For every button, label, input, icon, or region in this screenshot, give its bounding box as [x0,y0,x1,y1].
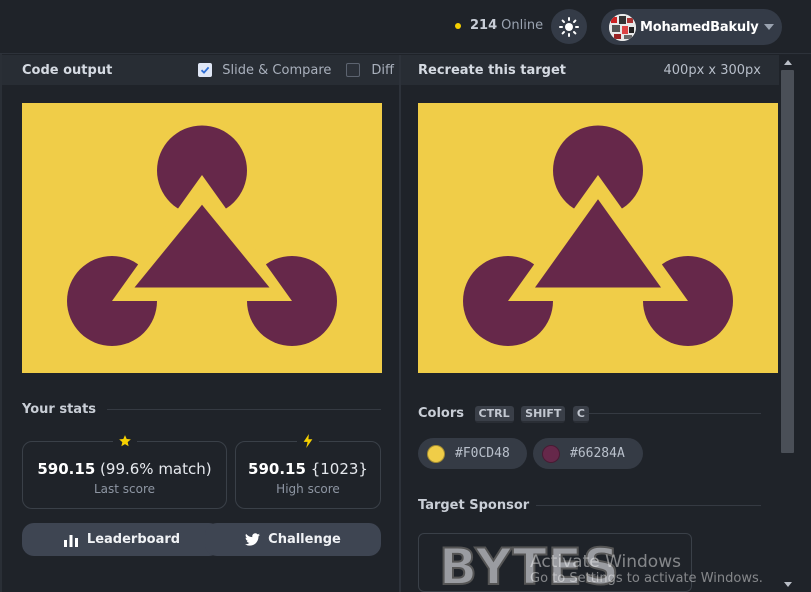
watermark-line1: Activate Windows [530,552,681,572]
slide-compare-checkbox[interactable] [198,63,213,77]
color-hex-yellow: #F0CD48 [455,446,510,461]
kbd-ctrl: CTRL [474,406,514,423]
theme-toggle-button[interactable] [551,9,587,44]
scroll-down-arrow-icon[interactable] [784,582,792,587]
color-chip-yellow[interactable]: #F0CD48 [418,438,527,469]
your-stats-heading: Your stats [22,402,97,417]
colors-label: Colors [418,406,465,421]
code-output-header: Code output Slide & Compare Diff [2,55,399,85]
chevron-down-icon [764,24,774,30]
avatar [609,13,636,41]
color-hex-purple: #66284A [570,446,625,461]
user-menu-button[interactable]: MohamedBakuly [601,9,782,45]
diff-checkbox[interactable] [346,63,361,77]
left-edge [0,54,2,592]
watermark-line2: Go to Settings to activate Windows. [530,570,763,586]
sun-icon [559,16,579,37]
last-score-line: 590.15 (99.6% match) [23,460,226,478]
diff-label[interactable]: Diff [371,63,394,78]
target-sponsor-heading: Target Sponsor [418,498,530,513]
high-score-line: 590.15 {1023} [236,460,380,478]
scroll-up-arrow-icon[interactable] [784,60,792,65]
username: MohamedBakuly [640,19,759,35]
code-output-title: Code output [22,62,113,78]
last-score-label: Last score [93,482,156,496]
high-score-value: 590.15 [248,460,306,478]
high-score-extra: {1023} [310,460,368,478]
last-score-match: (99.6% match) [100,460,212,478]
high-score-card: 590.15 {1023} High score [235,433,381,509]
leaderboard-label: Leaderboard [86,532,181,547]
twitter-icon [245,533,261,546]
sponsor-divider [536,505,761,506]
slide-compare-label[interactable]: Slide & Compare [222,63,331,78]
bar-chart-icon [63,534,78,547]
challenge-button[interactable]: Challenge [205,523,381,556]
swatch-purple [542,444,560,463]
leaderboard-button[interactable]: Leaderboard [22,523,221,556]
online-label: Online [501,18,544,33]
swatch-yellow [427,444,445,463]
colors-divider [583,413,761,414]
check-icon [201,66,210,74]
high-score-label: High score [276,482,340,496]
kbd-c: C [572,406,589,423]
top-bar: 214 Online MohamedBakuly [0,0,811,54]
target-dimensions: 400px x 300px [663,62,761,78]
online-dot-icon [455,22,461,29]
target-title: Recreate this target [418,62,567,78]
colors-heading: Colors CTRL SHIFT C [418,406,589,423]
scroll-thumb[interactable] [781,70,794,453]
lightning-icon [297,433,319,452]
color-chip-purple[interactable]: #66284A [533,438,643,469]
last-score-card: 590.15 (99.6% match) Last score [22,433,227,509]
stats-divider [107,409,381,410]
target-preview[interactable] [418,103,778,373]
target-header: Recreate this target 400px x 300px [401,55,779,85]
windows-watermark: Activate Windows Go to Settings to activ… [530,553,763,586]
challenge-label: Challenge [268,532,341,547]
online-indicator: 214 Online [455,18,543,33]
code-output-preview[interactable] [22,103,382,373]
panel-divider [399,55,401,592]
last-score-value: 590.15 [37,460,96,478]
kbd-shift: SHIFT [521,406,566,423]
online-count: 214 [470,18,498,33]
star-icon [112,433,137,452]
